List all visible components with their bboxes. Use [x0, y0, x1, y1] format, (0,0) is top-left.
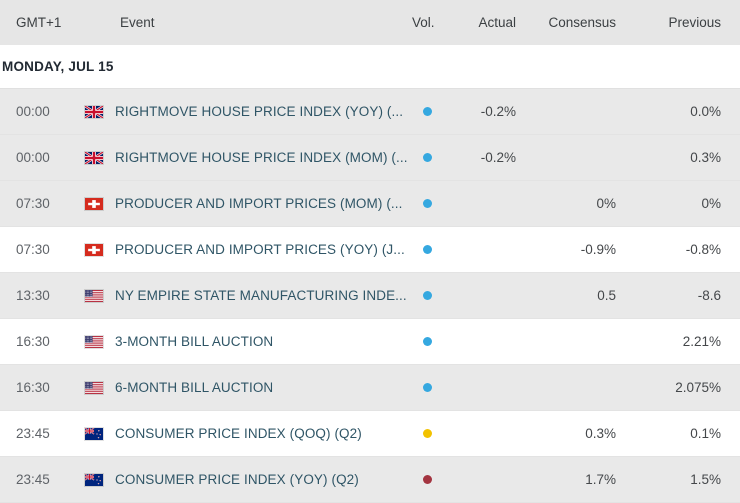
table-row[interactable]: 07:30 PRODUCER AND IMPORT PRICES (YOY) (J… [0, 227, 740, 273]
column-header-actual[interactable]: Actual [456, 0, 516, 45]
economic-calendar: GMT+1 Event Vol. Actual Consensus Previo… [0, 0, 740, 503]
table-row[interactable]: 00:00 RIGHTMOVE HOUSE PRICE INDEX (YOY) (… [0, 89, 740, 135]
event-consensus: 1.7% [521, 457, 616, 502]
event-actual [446, 319, 516, 364]
event-consensus: 0.5 [521, 273, 616, 318]
event-actual: -0.2% [446, 135, 516, 180]
column-header-event[interactable]: Event [120, 0, 155, 45]
event-previous: -0.8% [626, 227, 721, 272]
flag-uk-icon [84, 89, 106, 134]
event-rows-container: 00:00 RIGHTMOVE HOUSE PRICE INDEX (YOY) (… [0, 89, 740, 503]
day-separator-row: MONDAY, JUL 15 [0, 45, 740, 89]
flag-uk-icon [84, 135, 106, 180]
event-time: 23:45 [16, 457, 50, 502]
event-name[interactable]: RIGHTMOVE HOUSE PRICE INDEX (MOM) (... [115, 135, 407, 180]
event-consensus [521, 135, 616, 180]
event-previous: 2.21% [626, 319, 721, 364]
column-header-consensus[interactable]: Consensus [526, 0, 616, 45]
event-actual [446, 411, 516, 456]
calendar-table-header: GMT+1 Event Vol. Actual Consensus Previo… [0, 0, 740, 45]
table-row[interactable]: 00:00 RIGHTMOVE HOUSE PRICE INDEX (MOM) (… [0, 135, 740, 181]
event-time: 00:00 [16, 89, 50, 134]
event-name[interactable]: RIGHTMOVE HOUSE PRICE INDEX (YOY) (... [115, 89, 407, 134]
flag-us-icon [84, 319, 106, 364]
volatility-dot-blue-icon [423, 199, 432, 208]
table-row[interactable]: 07:30 PRODUCER AND IMPORT PRICES (MOM) (.… [0, 181, 740, 227]
table-row[interactable]: 23:45 CONSUMER PRICE INDEX (YOY) (Q2) 1.7%… [0, 457, 740, 503]
event-previous: -8.6 [626, 273, 721, 318]
event-time: 16:30 [16, 319, 50, 364]
event-consensus [521, 319, 616, 364]
event-actual [446, 273, 516, 318]
column-header-volatility[interactable]: Vol. [412, 0, 460, 45]
volatility-dot-blue-icon [423, 337, 432, 346]
table-row[interactable]: 16:30 6-MONTH BILL AUCTION 2.075% [0, 365, 740, 411]
table-row[interactable]: 16:30 3-MONTH BILL AUCTION 2.21% [0, 319, 740, 365]
volatility-dot-red-icon [423, 475, 432, 484]
volatility-dot-yellow-icon [423, 429, 432, 438]
flag-us-icon [84, 365, 106, 410]
event-actual [446, 365, 516, 410]
event-name[interactable]: NY EMPIRE STATE MANUFACTURING INDE... [115, 273, 407, 318]
event-previous: 0.1% [626, 411, 721, 456]
event-previous: 0.0% [626, 89, 721, 134]
table-row[interactable]: 23:45 CONSUMER PRICE INDEX (QOQ) (Q2) 0.3%… [0, 411, 740, 457]
flag-ch-icon [84, 227, 106, 272]
event-time: 00:00 [16, 135, 50, 180]
event-previous: 2.075% [626, 365, 721, 410]
event-consensus: -0.9% [521, 227, 616, 272]
event-time: 07:30 [16, 227, 50, 272]
event-time: 16:30 [16, 365, 50, 410]
event-consensus: 0% [521, 181, 616, 226]
column-header-previous[interactable]: Previous [631, 0, 721, 45]
event-name[interactable]: PRODUCER AND IMPORT PRICES (YOY) (J... [115, 227, 407, 272]
event-time: 13:30 [16, 273, 50, 318]
flag-ch-icon [84, 181, 106, 226]
day-label: MONDAY, JUL 15 [0, 59, 114, 74]
flag-nz-icon [84, 411, 106, 456]
event-name[interactable]: 6-MONTH BILL AUCTION [115, 365, 407, 410]
event-actual [446, 227, 516, 272]
event-previous: 1.5% [626, 457, 721, 502]
event-consensus [521, 365, 616, 410]
table-row[interactable]: 13:30 NY EMPIRE STATE MANUFACTURING INDE.… [0, 273, 740, 319]
event-name[interactable]: CONSUMER PRICE INDEX (QOQ) (Q2) [115, 411, 407, 456]
event-actual [446, 457, 516, 502]
event-actual [446, 181, 516, 226]
event-name[interactable]: CONSUMER PRICE INDEX (YOY) (Q2) [115, 457, 407, 502]
volatility-dot-blue-icon [423, 291, 432, 300]
volatility-dot-blue-icon [423, 153, 432, 162]
volatility-dot-blue-icon [423, 383, 432, 392]
event-time: 23:45 [16, 411, 50, 456]
volatility-dot-blue-icon [423, 107, 432, 116]
event-time: 07:30 [16, 181, 50, 226]
event-name[interactable]: PRODUCER AND IMPORT PRICES (MOM) (... [115, 181, 407, 226]
volatility-dot-blue-icon [423, 245, 432, 254]
event-previous: 0.3% [626, 135, 721, 180]
event-previous: 0% [626, 181, 721, 226]
flag-us-icon [84, 273, 106, 318]
column-header-time[interactable]: GMT+1 [16, 0, 61, 45]
event-consensus [521, 89, 616, 134]
event-consensus: 0.3% [521, 411, 616, 456]
event-name[interactable]: 3-MONTH BILL AUCTION [115, 319, 407, 364]
event-actual: -0.2% [446, 89, 516, 134]
flag-nz-icon [84, 457, 106, 502]
